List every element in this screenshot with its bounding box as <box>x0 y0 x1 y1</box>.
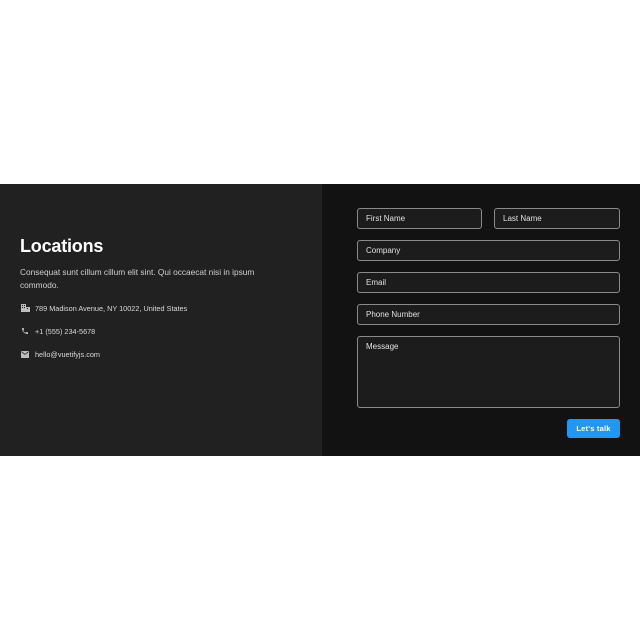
address-text: 789 Madison Avenue, NY 10022, United Sta… <box>35 303 188 313</box>
last-name-field[interactable]: Last Name <box>494 208 620 229</box>
last-name-label: Last Name <box>503 214 542 223</box>
contact-form: First Name Last Name Company Email Phone… <box>322 184 640 456</box>
locations-panel: Locations Consequat sunt cillum cillum e… <box>0 184 322 456</box>
email-text: hello@vuetifyjs.com <box>35 349 100 359</box>
address-item: 789 Madison Avenue, NY 10022, United Sta… <box>20 303 187 313</box>
first-name-field[interactable]: First Name <box>357 208 482 229</box>
message-textarea[interactable]: Message <box>357 336 620 408</box>
phone-item: +1 (555) 234-5678 <box>20 326 95 336</box>
phone-icon <box>20 326 30 336</box>
company-field[interactable]: Company <box>357 240 620 261</box>
building-icon <box>20 303 30 313</box>
locations-description: Consequat sunt cillum cillum elit sint. … <box>20 267 255 290</box>
email-label: Email <box>366 278 387 287</box>
locations-title: Locations <box>20 236 104 256</box>
email-item: hello@vuetifyjs.com <box>20 349 100 359</box>
phone-text: +1 (555) 234-5678 <box>35 326 96 336</box>
phone-number-field[interactable]: Phone Number <box>357 304 620 325</box>
lets-talk-button[interactable]: Let's talk <box>567 419 620 438</box>
contact-section: Locations Consequat sunt cillum cillum e… <box>0 184 640 456</box>
email-field[interactable]: Email <box>357 272 620 293</box>
email-icon <box>20 349 30 359</box>
phone-number-label: Phone Number <box>366 310 420 319</box>
first-name-label: First Name <box>366 214 406 223</box>
message-label: Message <box>366 342 399 351</box>
company-label: Company <box>366 246 401 255</box>
